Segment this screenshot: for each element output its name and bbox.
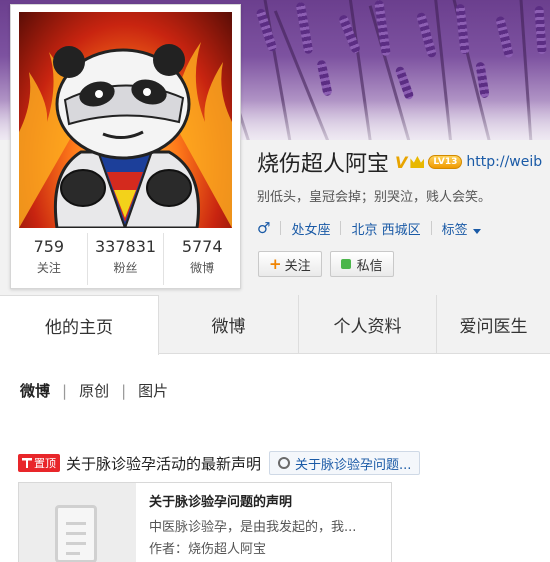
profile-actions: + 关注 私信	[258, 251, 394, 277]
tab-weibo[interactable]: 微博	[159, 295, 299, 354]
profile-name: 烧伤超人阿宝	[257, 152, 390, 177]
location-link[interactable]: 北京 西城区	[351, 219, 420, 238]
profile-meta: ♂ 处女座 北京 西城区 标签	[257, 217, 481, 239]
tab-ask-doctor[interactable]: 爱问医生	[437, 295, 550, 354]
stat-posts[interactable]: 5774 微博	[164, 233, 240, 285]
stat-following[interactable]: 759 关注	[11, 233, 88, 285]
level-badge[interactable]: LV13	[428, 155, 463, 169]
verified-icon[interactable]: V	[395, 153, 407, 172]
filter-weibo[interactable]: 微博	[20, 380, 50, 401]
constellation-link[interactable]: 处女座	[291, 219, 330, 238]
article-summary: 中医脉诊验孕，是由我发起的，我...	[149, 520, 357, 535]
stat-followers[interactable]: 337831 粉丝	[88, 233, 165, 285]
male-icon: ♂	[257, 219, 271, 237]
article-thumbnail	[19, 483, 136, 562]
pinned-badge-label: 置顶	[34, 457, 56, 470]
article-author: 作者：烧伤超人阿宝	[149, 542, 267, 557]
article-link-text: 关于脉诊验孕问题...	[295, 457, 412, 473]
stat-posts-count: 5774	[181, 237, 223, 256]
profile-motto: 别低头，皇冠会掉；别哭泣，贱人会笑。	[257, 190, 492, 205]
document-icon	[55, 505, 97, 562]
message-label: 私信	[356, 258, 383, 274]
article-title[interactable]: 关于脉诊验孕问题的声明	[149, 491, 292, 510]
filter-images[interactable]: 图片	[138, 380, 168, 401]
stat-following-count: 759	[33, 237, 65, 256]
stat-followers-label: 粉丝	[113, 261, 138, 275]
tags-label: 标签	[441, 222, 468, 238]
pinned-badge: 置顶	[18, 454, 60, 472]
avatar[interactable]	[19, 12, 232, 228]
article-link-chip[interactable]: 关于脉诊验孕问题...	[269, 451, 421, 475]
profile-url-link[interactable]: http://weib	[466, 154, 542, 170]
tab-profile-info[interactable]: 个人资料	[299, 295, 437, 354]
profile-tabs: 他的主页 微博 个人资料 爱问医生	[0, 295, 550, 355]
message-icon	[340, 259, 351, 269]
message-button[interactable]: 私信	[329, 251, 394, 277]
pinned-post-title: 关于脉诊验孕活动的最新声明	[66, 454, 262, 473]
stats-bar: 759 关注 337831 粉丝 5774 微博	[11, 233, 240, 285]
tags-dropdown[interactable]: 标签	[442, 219, 481, 238]
feed-filter: 微博 | 原创 | 图片	[20, 380, 169, 401]
chevron-down-icon	[472, 228, 481, 234]
stat-posts-label: 微博	[190, 261, 215, 275]
stat-following-label: 关注	[36, 261, 61, 275]
tab-home[interactable]: 他的主页	[0, 295, 159, 355]
pinned-post: 置顶 关于脉诊验孕活动的最新声明 关于脉诊验孕问题...	[18, 451, 421, 475]
follow-label: 关注	[284, 258, 311, 274]
article-card[interactable]: 关于脉诊验孕问题的声明 中医脉诊验孕，是由我发起的，我... 作者：烧伤超人阿宝	[18, 482, 392, 562]
follow-button[interactable]: + 关注	[258, 251, 322, 277]
link-icon	[275, 454, 293, 472]
profile-name-row: 烧伤超人阿宝 V LV13 http://weib	[257, 147, 542, 177]
plus-icon: +	[269, 255, 282, 273]
pin-icon	[22, 458, 32, 468]
stat-followers-count: 337831	[94, 237, 157, 256]
filter-original[interactable]: 原创	[79, 380, 109, 401]
avatar-card: 759 关注 337831 粉丝 5774 微博	[10, 4, 241, 289]
crown-icon[interactable]	[410, 156, 425, 168]
